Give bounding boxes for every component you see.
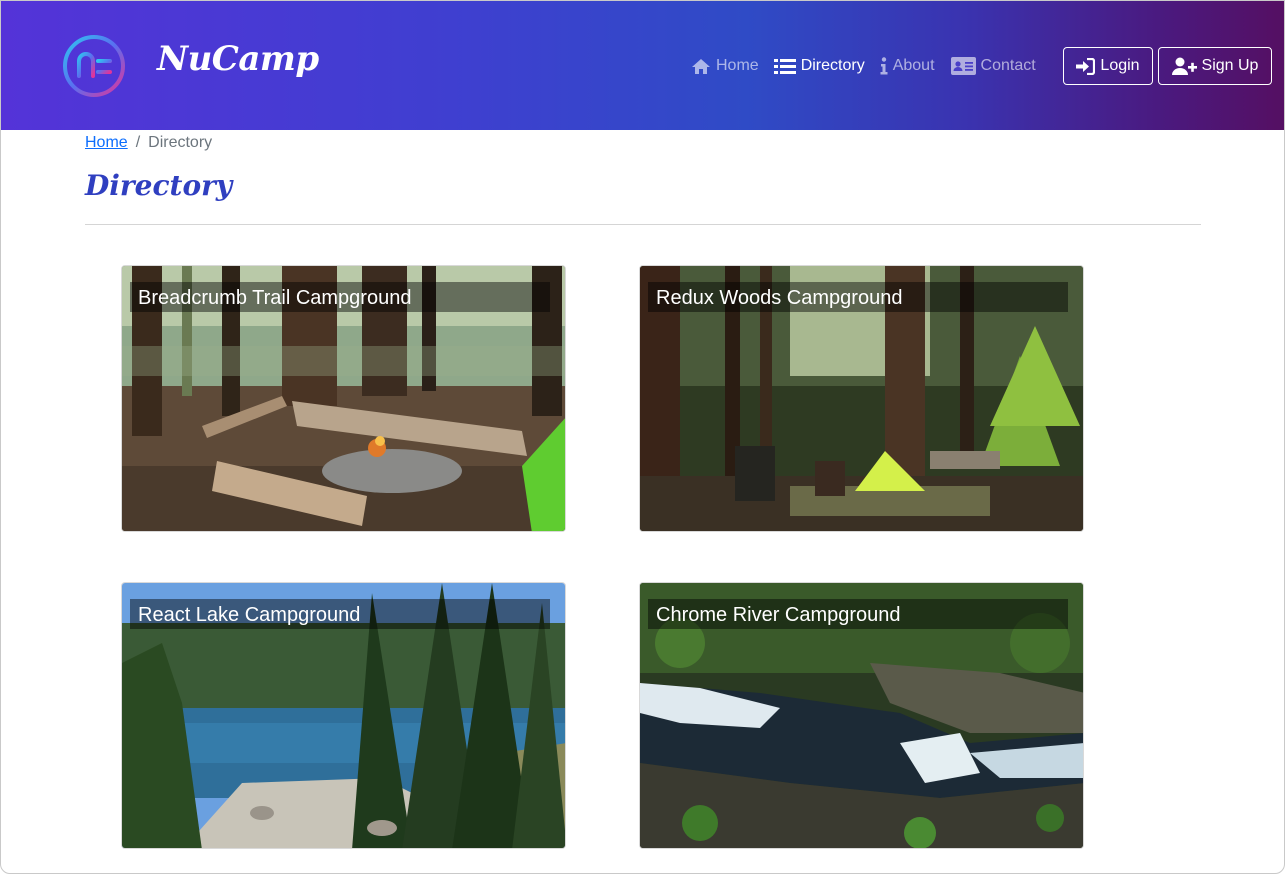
nav-directory-label: Directory <box>800 57 865 74</box>
nucamp-logo[interactable] <box>62 34 126 98</box>
list-icon <box>773 58 796 74</box>
brand-name[interactable]: NuCamp <box>157 39 319 79</box>
navbar: NuCamp Home Directory About Contact Logi… <box>1 1 1284 130</box>
address-card-icon <box>950 57 976 75</box>
title-divider <box>85 224 1201 225</box>
breadcrumb-current: Directory <box>148 134 213 151</box>
campsite-card[interactable]: Chrome River Campground <box>639 582 1084 849</box>
breadcrumb: Home / Directory <box>85 133 212 153</box>
login-button[interactable]: Login <box>1063 47 1153 85</box>
card-title: Breadcrumb Trail Campground <box>138 287 412 309</box>
nav-about[interactable]: About <box>880 47 935 85</box>
card-title: Chrome River Campground <box>656 604 901 626</box>
campsite-card[interactable]: React Lake Campground <box>121 582 566 849</box>
nav-home[interactable]: Home <box>691 47 759 85</box>
user-plus-icon <box>1171 57 1197 75</box>
info-icon <box>880 57 888 75</box>
card-title: Redux Woods Campground <box>656 287 903 309</box>
page-title: Directory <box>85 169 233 202</box>
card-title: React Lake Campground <box>138 604 361 626</box>
nav-about-label: About <box>892 57 935 74</box>
login-label: Login <box>1100 57 1140 74</box>
main-nav: Home Directory About Contact <box>691 47 1036 85</box>
nav-contact[interactable]: Contact <box>950 47 1036 85</box>
sign-in-icon <box>1076 57 1096 75</box>
nav-contact-label: Contact <box>980 57 1036 74</box>
breadcrumb-separator: / <box>135 134 141 151</box>
breadcrumb-home-link[interactable]: Home <box>85 134 128 152</box>
signup-button[interactable]: Sign Up <box>1158 47 1272 85</box>
nav-directory[interactable]: Directory <box>773 47 865 85</box>
campsite-card[interactable]: Breadcrumb Trail Campground <box>121 265 566 532</box>
campsite-card[interactable]: Redux Woods Campground <box>639 265 1084 532</box>
nav-home-label: Home <box>716 57 759 74</box>
signup-label: Sign Up <box>1201 57 1259 74</box>
app-window: NuCamp Home Directory About Contact Logi… <box>0 0 1285 874</box>
home-icon <box>692 58 710 74</box>
